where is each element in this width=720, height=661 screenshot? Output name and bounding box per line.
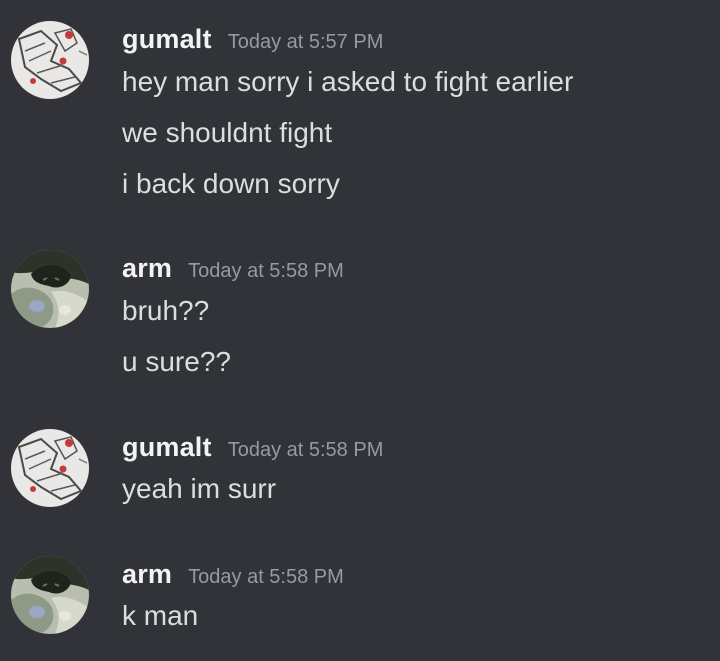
message-text: i back down sorry xyxy=(122,168,340,199)
username[interactable]: arm xyxy=(122,559,172,590)
username[interactable]: arm xyxy=(122,253,172,284)
user-avatar-arm[interactable] xyxy=(11,556,89,634)
username[interactable]: gumalt xyxy=(122,432,212,463)
sneaker-sketch-avatar-icon xyxy=(11,429,89,507)
dark-creature-avatar-icon xyxy=(11,250,89,328)
user-avatar-arm[interactable] xyxy=(11,250,89,328)
timestamp[interactable]: Today at 5:57 PM xyxy=(228,31,384,54)
username[interactable]: gumalt xyxy=(122,24,212,55)
message-text: bruh?? xyxy=(122,295,210,326)
message-text: hey man sorry i asked to fight earlier xyxy=(122,66,574,97)
user-avatar-gumalt[interactable] xyxy=(11,429,89,507)
message-text: we shouldnt fight xyxy=(122,117,333,148)
message-header: arm Today at 5:58 PM xyxy=(122,559,344,590)
timestamp[interactable]: Today at 5:58 PM xyxy=(188,260,344,283)
timestamp[interactable]: Today at 5:58 PM xyxy=(188,566,344,589)
user-avatar-gumalt[interactable] xyxy=(11,21,89,99)
sneaker-sketch-avatar-icon xyxy=(11,21,89,99)
dark-creature-avatar-icon xyxy=(11,556,89,634)
message-header: arm Today at 5:58 PM xyxy=(122,253,344,284)
message-text: k man xyxy=(122,600,199,631)
message-header: gumalt Today at 5:58 PM xyxy=(122,432,383,463)
message-header: gumalt Today at 5:57 PM xyxy=(122,24,383,55)
message-text: yeah im surr xyxy=(122,473,277,504)
message-text: u sure?? xyxy=(122,346,231,377)
chat-message-list: gumalt Today at 5:57 PM hey man sorry i … xyxy=(0,0,720,661)
timestamp[interactable]: Today at 5:58 PM xyxy=(228,439,384,462)
